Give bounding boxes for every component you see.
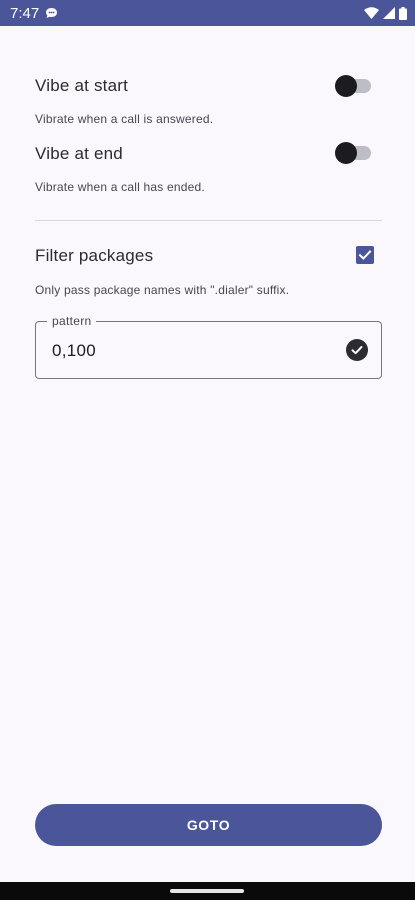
signal-icon — [383, 7, 395, 19]
pattern-field[interactable]: pattern 0,100 — [35, 314, 382, 379]
navigation-bar — [0, 882, 415, 900]
vibe-end-switch[interactable] — [335, 142, 371, 164]
vibe-end-switch-thumb — [335, 142, 357, 164]
goto-button[interactable]: GOTO — [35, 804, 382, 846]
status-time: 7:47 — [10, 4, 40, 22]
vibe-end-subtitle: Vibrate when a call has ended. — [35, 180, 205, 194]
pattern-label: pattern — [47, 314, 97, 328]
vibe-end-title: Vibe at end — [35, 144, 123, 163]
status-right — [364, 6, 407, 20]
check-circle-icon[interactable] — [346, 339, 368, 361]
battery-icon — [399, 6, 407, 20]
status-bar: 7:47 — [0, 0, 415, 26]
home-gesture-handle[interactable] — [170, 889, 244, 893]
filter-packages-checkbox[interactable] — [356, 246, 374, 264]
chat-notification-icon — [45, 7, 58, 19]
vibe-start-title: Vibe at start — [35, 76, 129, 95]
status-left: 7:47 — [10, 5, 58, 22]
vibe-start-switch[interactable] — [335, 75, 371, 97]
pattern-value[interactable]: 0,100 — [52, 341, 96, 361]
vibe-start-subtitle: Vibrate when a call is answered. — [35, 112, 214, 126]
vibe-start-switch-thumb — [335, 75, 357, 97]
filter-packages-subtitle: Only pass package names with ".dialer" s… — [35, 283, 290, 297]
checkmark-icon — [358, 250, 372, 260]
filter-packages-title: Filter packages — [35, 246, 154, 265]
wifi-icon — [364, 7, 379, 19]
divider — [35, 220, 382, 221]
